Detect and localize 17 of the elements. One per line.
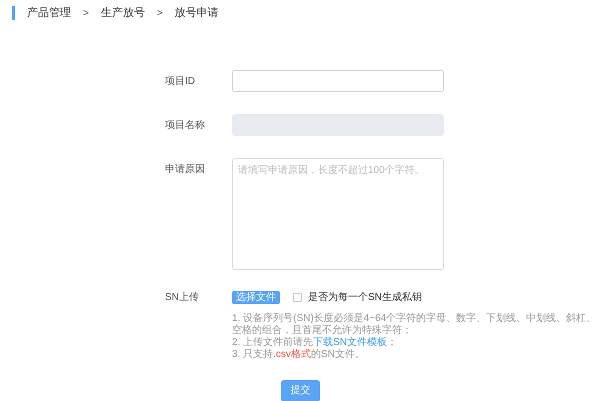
accent-bar: [12, 6, 15, 20]
note-text: 2. 上传文件前请先下载SN文件模板；: [232, 336, 398, 348]
field-label: 项目名称: [165, 118, 206, 132]
breadcrumb-separator: >: [83, 6, 89, 21]
checkbox-label[interactable]: 是否为每一个SN生成私钥: [308, 290, 422, 304]
text-input[interactable]: [232, 70, 444, 92]
field-label: 申请原因: [165, 162, 206, 176]
breadcrumb-item[interactable]: 产品管理: [27, 5, 71, 22]
note-text: 3. 只支持.csv格式的SN文件。: [232, 348, 366, 360]
note-text: 1. 设备序列号(SN)长度必须是4~64个字符的字母、数字、下划线、中划线、斜杠、空格的组合，且首尾不允许为特殊字符；: [232, 312, 598, 336]
field-label: SN上传: [165, 290, 200, 304]
field-label: 项目ID: [165, 74, 196, 88]
breadcrumb-item: 放号申请: [174, 6, 219, 21]
checkbox[interactable]: [293, 292, 302, 302]
breadcrumb-separator: >: [156, 6, 163, 21]
reason-textarea[interactable]: 请填写申请原因，长度不超过100个字符。: [232, 158, 444, 270]
breadcrumb-item[interactable]: 生产放号: [100, 5, 145, 22]
